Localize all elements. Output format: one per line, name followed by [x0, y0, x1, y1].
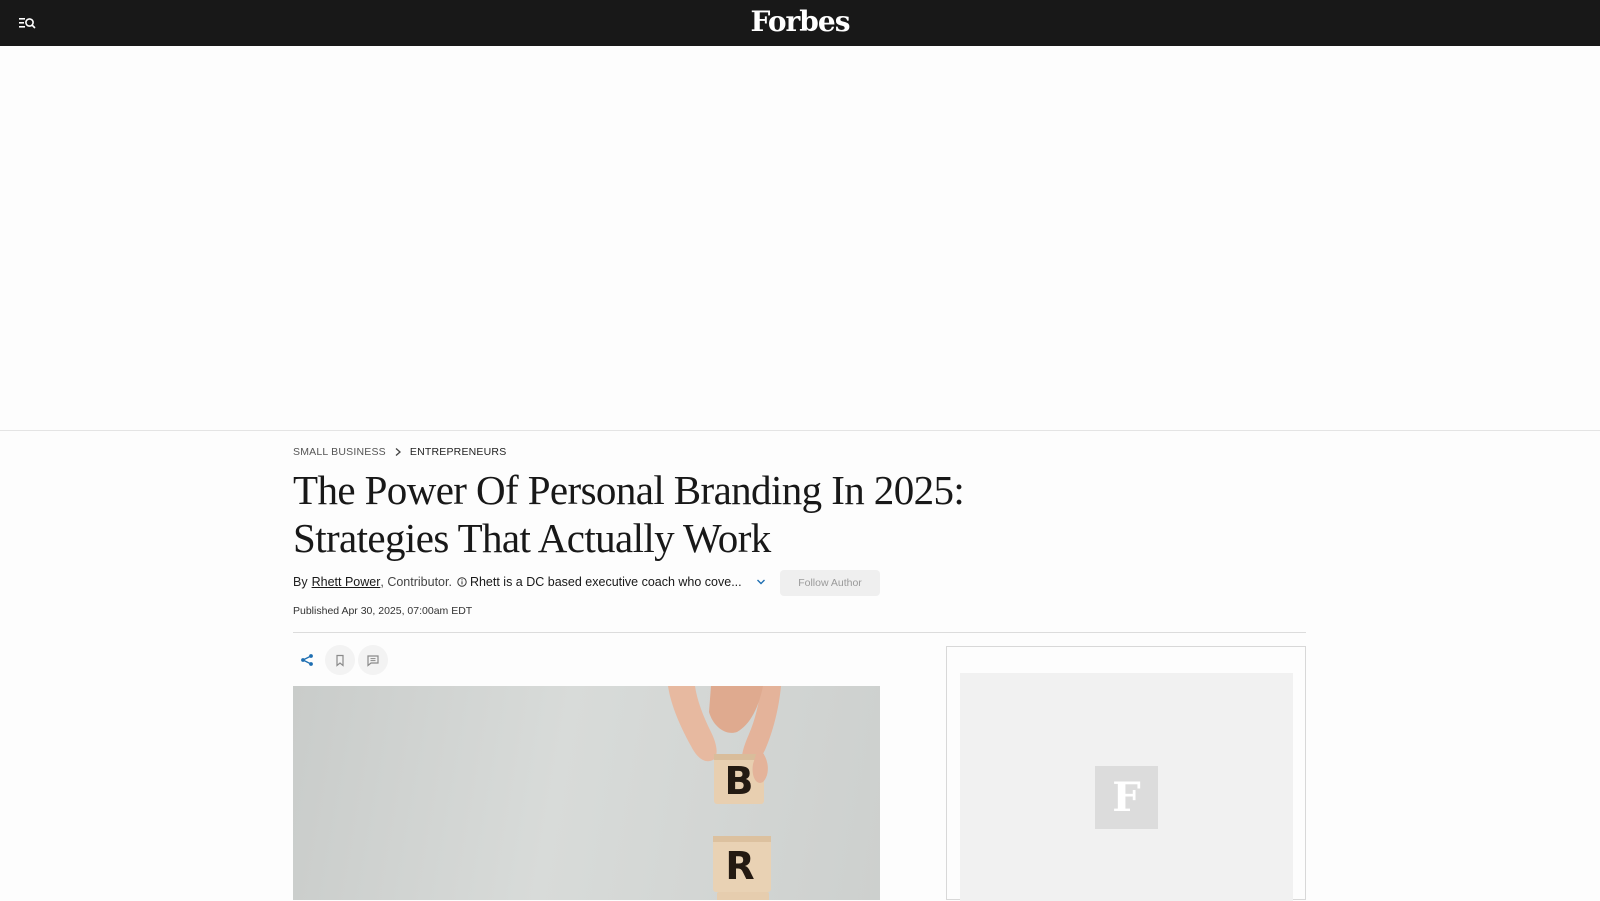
chevron-down-icon [756, 579, 765, 585]
svg-text:B: B [725, 759, 754, 803]
share-button[interactable] [292, 645, 322, 675]
top-ad-slot [0, 46, 1600, 431]
forbes-f-placeholder-logo: F [1095, 766, 1158, 829]
chevron-right-icon [394, 447, 402, 457]
comment-icon [367, 654, 379, 667]
bookmark-icon [336, 654, 344, 667]
bookmark-button[interactable] [325, 645, 355, 675]
sidebar-ad: F [946, 646, 1306, 901]
hero-image: B R [293, 686, 880, 900]
published-date: Published Apr 30, 2025, 07:00am EDT [293, 605, 473, 617]
top-nav-bar: Forbes [0, 0, 1600, 46]
author-bio-snippet: Rhett is a DC based executive coach who … [469, 575, 742, 589]
info-circle-icon [457, 577, 467, 587]
expand-bio-button[interactable] [756, 578, 766, 586]
breadcrumb-entrepreneurs[interactable]: ENTREPRENEURS [410, 446, 507, 458]
follow-author-button[interactable]: Follow Author [780, 570, 880, 596]
byline: By Rhett Power , Contributor. Rhett is a… [293, 572, 766, 592]
svg-text:R: R [725, 844, 754, 888]
article-headline: The Power Of Personal Branding In 2025: … [293, 467, 965, 561]
author-role: , Contributor. [380, 575, 452, 589]
breadcrumb-small-business[interactable]: SMALL BUSINESS [293, 446, 386, 458]
forbes-logo[interactable]: Forbes [0, 5, 1600, 38]
share-icon [301, 654, 313, 666]
sidebar-ad-placeholder: F [960, 673, 1293, 901]
comment-button[interactable] [358, 645, 388, 675]
breadcrumb: SMALL BUSINESS ENTREPRENEURS [293, 446, 506, 458]
hero-image-illustration: B R [668, 686, 781, 900]
byline-prefix: By [293, 575, 308, 589]
header-divider [293, 632, 1306, 633]
author-name-link[interactable]: Rhett Power [312, 575, 381, 589]
